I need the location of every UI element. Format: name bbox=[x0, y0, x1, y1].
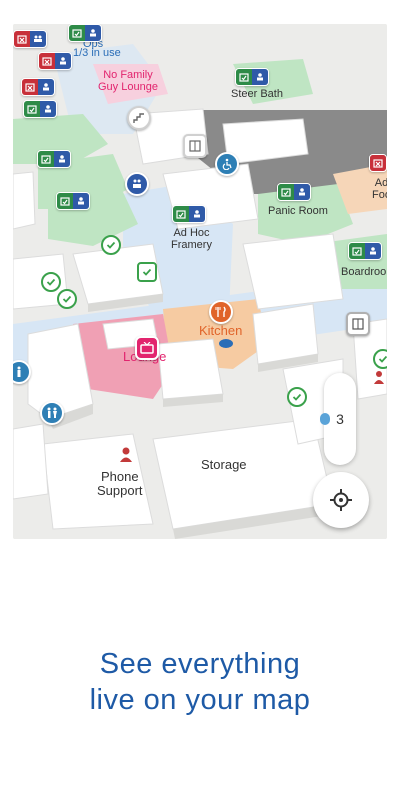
people-icon bbox=[40, 101, 56, 117]
calendar-icon bbox=[370, 155, 386, 171]
room-label-steer-bath: Steer Bath bbox=[231, 88, 283, 100]
map-view[interactable]: Ops 1/3 in use No Family Guy Lounge Stee… bbox=[13, 24, 387, 539]
room-badge[interactable] bbox=[235, 68, 269, 86]
room-badge[interactable] bbox=[56, 192, 90, 210]
calendar-icon bbox=[38, 151, 54, 167]
person-icon bbox=[372, 370, 386, 386]
floor-number: 3 bbox=[336, 411, 344, 427]
room-badge[interactable] bbox=[37, 150, 71, 168]
room-label-ad-hoc-framery: Ad Hoc Framery bbox=[171, 227, 212, 251]
checkmark-icon[interactable] bbox=[373, 349, 387, 369]
room-label-kitchen: Kitchen bbox=[199, 323, 243, 338]
stairs-icon bbox=[127, 106, 151, 130]
people-icon bbox=[85, 25, 101, 41]
room-badge[interactable] bbox=[68, 24, 102, 42]
checkmark-icon[interactable] bbox=[101, 235, 121, 255]
room-label-ad-foo: Ad Foo bbox=[372, 177, 387, 201]
people-icon bbox=[189, 206, 205, 222]
calendar-icon bbox=[39, 53, 55, 69]
checkmark-icon[interactable] bbox=[137, 262, 157, 282]
people-icon bbox=[73, 193, 89, 209]
room-badge[interactable] bbox=[13, 30, 47, 48]
wheelchair-icon bbox=[215, 152, 239, 176]
people-icon bbox=[30, 31, 46, 47]
people-icon bbox=[125, 172, 149, 196]
room-label-panic-room: Panic Room bbox=[268, 205, 328, 217]
current-floor-indicator bbox=[320, 413, 330, 425]
room-badge[interactable] bbox=[277, 183, 311, 201]
people-icon bbox=[38, 79, 54, 95]
floor-selector[interactable]: 3 bbox=[320, 373, 356, 465]
you-are-here-marker bbox=[219, 339, 233, 348]
room-usage-ops: 1/3 in use bbox=[73, 47, 121, 59]
tagline-line-1: See everything bbox=[99, 648, 301, 680]
locate-me-button[interactable] bbox=[313, 472, 369, 528]
fork-knife-icon[interactable] bbox=[209, 300, 233, 324]
person-icon bbox=[117, 446, 135, 464]
calendar-icon bbox=[69, 25, 85, 41]
room-label-boardroom: Boardroo bbox=[341, 266, 387, 278]
calendar-icon bbox=[24, 101, 40, 117]
room-badge[interactable] bbox=[23, 100, 57, 118]
crosshair-icon bbox=[330, 489, 352, 511]
calendar-icon bbox=[173, 206, 189, 222]
calendar-icon bbox=[57, 193, 73, 209]
room-label-no-family-guy-lounge: No Family Guy Lounge bbox=[98, 69, 158, 93]
room-badge[interactable] bbox=[38, 52, 72, 70]
restroom-icon bbox=[40, 401, 64, 425]
people-icon bbox=[365, 243, 381, 259]
calendar-icon bbox=[278, 184, 294, 200]
checkmark-icon[interactable] bbox=[57, 289, 77, 309]
checkmark-icon[interactable] bbox=[41, 272, 61, 292]
people-icon bbox=[55, 53, 71, 69]
elevator-icon bbox=[183, 134, 207, 158]
calendar-icon bbox=[22, 79, 38, 95]
room-badge[interactable] bbox=[369, 154, 387, 172]
people-icon bbox=[54, 151, 70, 167]
people-icon bbox=[294, 184, 310, 200]
checkmark-icon[interactable] bbox=[287, 387, 307, 407]
calendar-icon bbox=[14, 31, 30, 47]
people-icon bbox=[252, 69, 268, 85]
calendar-icon bbox=[349, 243, 365, 259]
calendar-icon bbox=[236, 69, 252, 85]
room-badge[interactable] bbox=[172, 205, 206, 223]
tv-icon[interactable] bbox=[135, 336, 159, 360]
room-label-storage: Storage bbox=[201, 457, 247, 472]
tagline-line-2: live on your map bbox=[89, 684, 311, 716]
room-label-phone-support: Phone Support bbox=[97, 469, 143, 498]
room-badge[interactable] bbox=[21, 78, 55, 96]
room-badge[interactable] bbox=[348, 242, 382, 260]
elevator-icon bbox=[346, 312, 370, 336]
